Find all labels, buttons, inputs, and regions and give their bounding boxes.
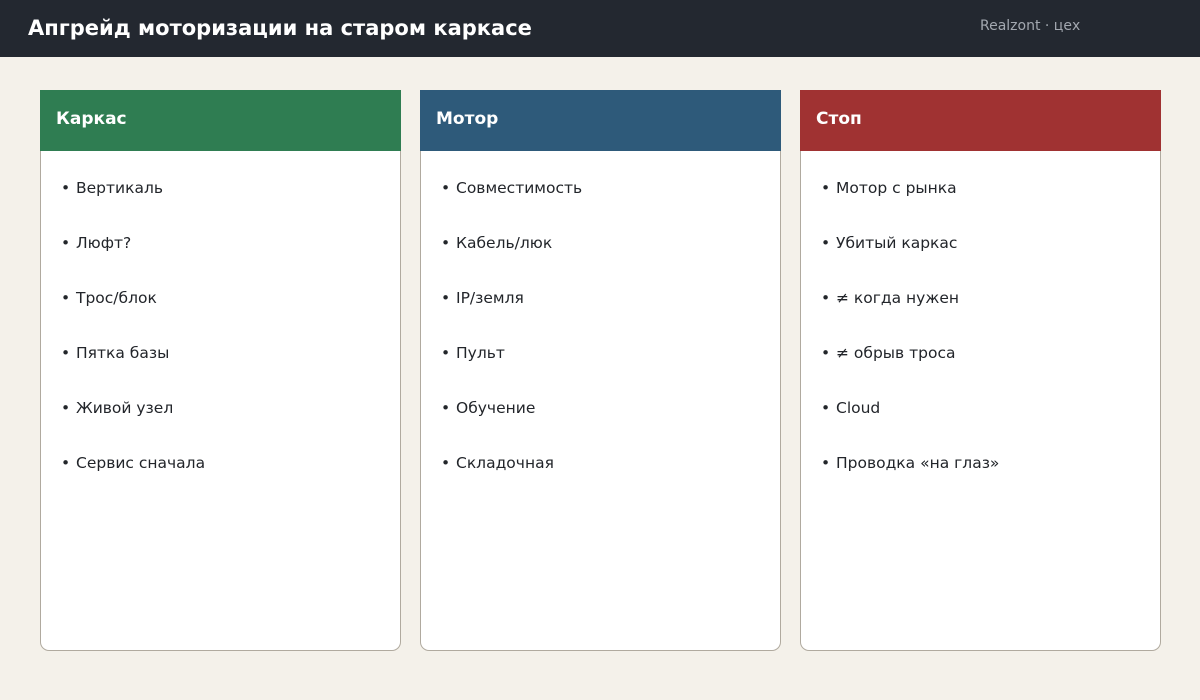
bullet-icon: •: [61, 179, 71, 197]
list-item: • ≠ обрыв троса: [821, 342, 955, 364]
list-item-label: Складочная: [456, 454, 554, 472]
bullet-icon: •: [821, 344, 831, 362]
list-item-label: Мотор с рынка: [836, 179, 957, 197]
bullet-icon: •: [61, 289, 71, 307]
bullet-icon: •: [821, 454, 831, 472]
list-item-label: Проводка «на глаз»: [836, 454, 1000, 472]
bullet-icon: •: [821, 179, 831, 197]
bullet-icon: •: [441, 344, 451, 362]
list-item: • Вертикаль: [61, 177, 163, 199]
list-item: • Трос/блок: [61, 287, 157, 309]
list-item-label: Кабель/люк: [456, 234, 553, 252]
list-item-label: Сервис сначала: [76, 454, 206, 472]
list-item: • Живой узел: [61, 397, 173, 419]
list-item-label: ≠ когда нужен: [836, 289, 959, 307]
board: • Вертикаль • Люфт? • Трос/блок • Пятка базы…: [40, 90, 1161, 651]
bullet-icon: •: [61, 454, 71, 472]
bullet-icon: •: [821, 399, 831, 417]
list-item: • Мотор с рынка: [821, 177, 957, 199]
list-item: • Пульт: [441, 342, 505, 364]
column-motor-header: Мотор: [420, 90, 781, 151]
bullet-icon: •: [441, 454, 451, 472]
list-item-label: Трос/блок: [76, 289, 157, 307]
column-stop-header: Стоп: [800, 90, 1161, 151]
list-item: • Сервис сначала: [61, 452, 205, 474]
column-frame-body: • Вертикаль • Люфт? • Трос/блок • Пятка базы…: [40, 150, 401, 651]
list-item: • Убитый каркас: [821, 232, 957, 254]
list-item-label: Пульт: [456, 344, 505, 362]
list-item: • Cloud: [821, 397, 880, 419]
list-item: • Складочная: [441, 452, 554, 474]
list-item: • ≠ когда нужен: [821, 287, 959, 309]
bullet-icon: •: [61, 344, 71, 362]
column-motor-body: • Совместимость • Кабель/люк • IP/земля • Пу…: [420, 150, 781, 651]
list-item-label: ≠ обрыв троса: [836, 344, 956, 362]
list-item: • Кабель/люк: [441, 232, 552, 254]
bullet-icon: •: [441, 399, 451, 417]
top-bar: Апгрейд моторизации на старом каркасе Re…: [0, 0, 1200, 57]
column-stop: • Мотор с рынка • Убитый каркас • ≠ когда н…: [800, 90, 1161, 651]
page-title: Апгрейд моторизации на старом каркасе: [28, 16, 532, 40]
bullet-icon: •: [821, 234, 831, 252]
column-frame-header: Каркас: [40, 90, 401, 151]
bullet-icon: •: [61, 399, 71, 417]
bullet-icon: •: [441, 234, 451, 252]
list-item: • Пятка базы: [61, 342, 169, 364]
list-item: • Проводка «на глаз»: [821, 452, 999, 474]
list-item-label: Обучение: [456, 399, 536, 417]
list-item-label: Вертикаль: [76, 179, 164, 197]
bullet-icon: •: [61, 234, 71, 252]
list-item: • Совместимость: [441, 177, 582, 199]
column-stop-body: • Мотор с рынка • Убитый каркас • ≠ когда н…: [800, 150, 1161, 651]
bullet-icon: •: [821, 289, 831, 307]
list-item-label: Люфт?: [76, 234, 132, 252]
list-item-label: Живой узел: [76, 399, 174, 417]
column-frame: • Вертикаль • Люфт? • Трос/блок • Пятка базы…: [40, 90, 401, 651]
list-item: • Люфт?: [61, 232, 131, 254]
list-item-label: Пятка базы: [76, 344, 170, 362]
workspace-label: Realzont · цех: [980, 18, 1081, 34]
list-item: • IP/земля: [441, 287, 524, 309]
list-item-label: IP/земля: [456, 289, 524, 307]
list-item-label: Совместимость: [456, 179, 583, 197]
list-item-label: Убитый каркас: [836, 234, 958, 252]
bullet-icon: •: [441, 179, 451, 197]
bullet-icon: •: [441, 289, 451, 307]
list-item-label: Cloud: [836, 399, 881, 417]
list-item: • Обучение: [441, 397, 535, 419]
column-motor: • Совместимость • Кабель/люк • IP/земля • Пу…: [420, 90, 781, 651]
